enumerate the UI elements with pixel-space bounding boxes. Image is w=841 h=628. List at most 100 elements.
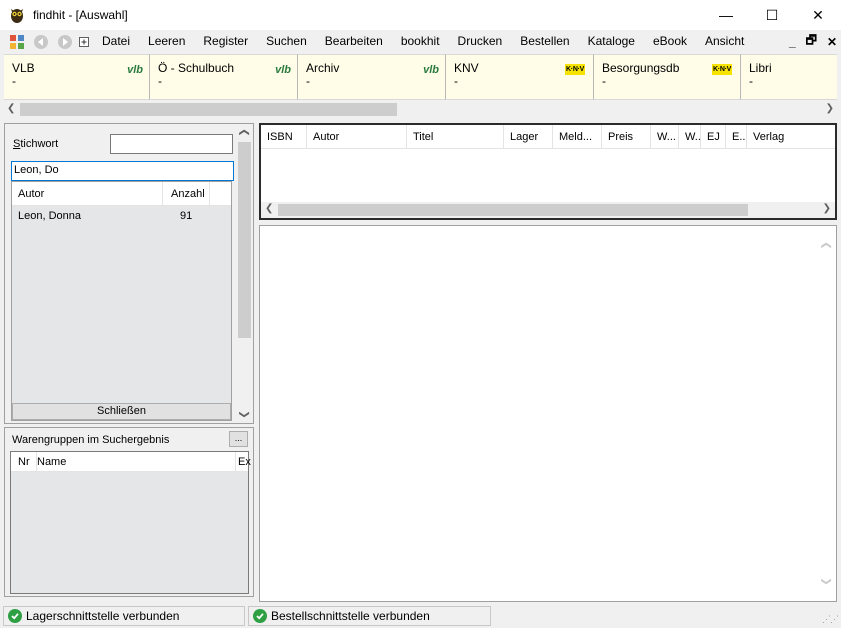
detail-scrollbar[interactable]: ❮ ❯ bbox=[819, 226, 836, 601]
menu-bar: Datei Leeren Register Suchen Bearbeiten … bbox=[0, 30, 841, 53]
stichwort-label: Stichwort bbox=[13, 138, 59, 150]
mdi-close-button[interactable]: ✕ bbox=[827, 35, 837, 49]
search-panel-scrollbar[interactable]: ❮ ❯ bbox=[236, 124, 253, 423]
column-titel[interactable]: Titel bbox=[407, 125, 504, 149]
menu-suchen[interactable]: Suchen bbox=[257, 30, 316, 53]
menu-datei[interactable]: Datei bbox=[93, 30, 139, 53]
catalog-tab-archiv[interactable]: Archiv - vlb bbox=[298, 54, 446, 100]
window-title: findhit - [Auswahl] bbox=[33, 8, 128, 22]
menu-ebook[interactable]: eBook bbox=[644, 30, 696, 53]
stichwort-input[interactable] bbox=[110, 134, 233, 154]
catalog-count: - bbox=[749, 74, 753, 88]
knv-logo-icon: K·N·V bbox=[712, 64, 732, 75]
dropdown-header: Autor Anzahl bbox=[12, 182, 231, 206]
column-w1[interactable]: W... bbox=[651, 125, 679, 149]
title-bar: findhit - [Auswahl] — ☐ ✕ bbox=[0, 0, 841, 30]
scroll-thumb[interactable] bbox=[278, 204, 748, 216]
maximize-button[interactable]: ☐ bbox=[749, 0, 795, 30]
warengruppen-title: Warengruppen im Suchergebnis bbox=[12, 434, 170, 446]
warengruppen-more-button[interactable]: ... bbox=[229, 431, 248, 447]
column-ex[interactable]: Ex bbox=[235, 452, 251, 472]
column-lager[interactable]: Lager bbox=[504, 125, 553, 149]
grid-header: ISBN Autor Titel Lager Meld... Preis W..… bbox=[261, 125, 835, 149]
scroll-left-icon[interactable]: ❮ bbox=[7, 103, 15, 114]
menu-bookhit[interactable]: bookhit bbox=[392, 30, 449, 53]
bestell-status-text: Bestellschnittstelle verbunden bbox=[271, 609, 430, 623]
warengruppen-table: Nr Name Ex bbox=[10, 451, 251, 594]
catalog-name: Libri bbox=[749, 61, 772, 75]
table-body bbox=[11, 472, 248, 593]
column-name[interactable]: Name bbox=[37, 456, 66, 468]
author-search-input[interactable]: Leon, Do bbox=[11, 161, 234, 181]
catalog-count: - bbox=[12, 74, 16, 88]
catalog-tab-schulbuch[interactable]: Ö - Schulbuch - vlb bbox=[150, 54, 298, 100]
scroll-thumb[interactable] bbox=[20, 103, 397, 116]
author-suggestions-dropdown: Autor Anzahl Leon, Donna 91 Schließen bbox=[11, 181, 232, 421]
column-w2[interactable]: W... bbox=[679, 125, 701, 149]
author-count: 91 bbox=[180, 210, 193, 222]
column-preis[interactable]: Preis bbox=[602, 125, 651, 149]
scroll-right-icon[interactable]: ❯ bbox=[826, 103, 834, 114]
search-panel: Stichwort Leon, Do Autor Anzahl Leon, Do… bbox=[4, 123, 254, 424]
catalog-count: - bbox=[454, 74, 458, 88]
scroll-thumb[interactable] bbox=[238, 142, 251, 338]
status-bar: Lagerschnittstelle verbunden Bestellschn… bbox=[0, 604, 841, 628]
vlb-logo-icon: vlb bbox=[275, 64, 291, 76]
column-ej[interactable]: EJ bbox=[701, 125, 726, 149]
table-header: Nr Name Ex bbox=[11, 452, 251, 472]
scroll-up-icon[interactable]: ❮ bbox=[821, 241, 832, 249]
close-dropdown-button[interactable]: Schließen bbox=[12, 403, 231, 420]
catalog-scrollbar[interactable]: ❮ ❯ bbox=[4, 101, 837, 118]
menu-bestellen[interactable]: Bestellen bbox=[511, 30, 578, 53]
close-button[interactable]: ✕ bbox=[795, 0, 841, 30]
resize-grip-icon[interactable]: ⋰⋰ bbox=[822, 614, 839, 625]
menu-register[interactable]: Register bbox=[194, 30, 257, 53]
menu-bearbeiten[interactable]: Bearbeiten bbox=[316, 30, 392, 53]
column-count[interactable]: Anzahl bbox=[162, 182, 210, 206]
column-autor[interactable]: Autor bbox=[307, 125, 407, 149]
catalog-count: - bbox=[158, 74, 162, 88]
minimize-button[interactable]: — bbox=[703, 0, 749, 30]
menu-kataloge[interactable]: Kataloge bbox=[579, 30, 644, 53]
list-item[interactable]: Leon, Donna 91 bbox=[12, 206, 231, 224]
mdi-minimize-button[interactable]: _ bbox=[789, 35, 796, 49]
check-circle-icon bbox=[253, 609, 267, 623]
column-isbn[interactable]: ISBN bbox=[261, 125, 307, 149]
scroll-up-icon[interactable]: ❮ bbox=[239, 128, 250, 136]
scroll-down-icon[interactable]: ❯ bbox=[821, 577, 832, 585]
detail-panel: ❮ ❯ bbox=[259, 225, 837, 602]
column-meldung[interactable]: Meld... bbox=[553, 125, 602, 149]
bestell-status: Bestellschnittstelle verbunden bbox=[248, 606, 491, 626]
column-e[interactable]: E... bbox=[726, 125, 747, 149]
column-author[interactable]: Autor bbox=[18, 188, 44, 200]
expand-plus-icon[interactable] bbox=[79, 34, 89, 50]
grid-colored-icon[interactable] bbox=[9, 34, 25, 50]
column-nr[interactable]: Nr bbox=[18, 456, 30, 468]
vlb-logo-icon: vlb bbox=[127, 64, 143, 76]
catalog-tab-besorgungsdb[interactable]: Besorgungsdb - K·N·V bbox=[594, 54, 741, 100]
catalog-count: - bbox=[602, 74, 606, 88]
results-grid: ISBN Autor Titel Lager Meld... Preis W..… bbox=[259, 123, 837, 220]
column-verlag[interactable]: Verlag bbox=[747, 125, 835, 149]
menu-ansicht[interactable]: Ansicht bbox=[696, 30, 753, 53]
catalog-count: - bbox=[306, 74, 310, 88]
catalog-tab-vlb[interactable]: VLB - vlb bbox=[4, 54, 150, 100]
grid-horizontal-scrollbar[interactable]: ❮ ❯ bbox=[261, 202, 835, 218]
catalog-tabs: VLB - vlb Ö - Schulbuch - vlb Archiv - v… bbox=[4, 54, 837, 100]
forward-icon[interactable] bbox=[57, 34, 73, 50]
scroll-right-icon[interactable]: ❯ bbox=[823, 203, 831, 214]
back-icon[interactable] bbox=[33, 34, 49, 50]
mdi-restore-button[interactable]: 🗗 bbox=[806, 31, 817, 52]
knv-logo-icon: K·N·V bbox=[565, 64, 585, 75]
scroll-down-icon[interactable]: ❯ bbox=[239, 410, 250, 418]
warengruppen-panel: Warengruppen im Suchergebnis ... Nr Name… bbox=[4, 427, 254, 597]
scroll-left-icon[interactable]: ❮ bbox=[265, 203, 273, 214]
menu-drucken[interactable]: Drucken bbox=[449, 30, 512, 53]
lager-status: Lagerschnittstelle verbunden bbox=[3, 606, 245, 626]
catalog-tab-libri[interactable]: Libri - bbox=[741, 54, 837, 100]
vlb-logo-icon: vlb bbox=[423, 64, 439, 76]
author-name: Leon, Donna bbox=[18, 210, 81, 222]
menu-leeren[interactable]: Leeren bbox=[139, 30, 194, 53]
owl-app-icon bbox=[11, 9, 23, 23]
catalog-tab-knv[interactable]: KNV - K·N·V bbox=[446, 54, 594, 100]
